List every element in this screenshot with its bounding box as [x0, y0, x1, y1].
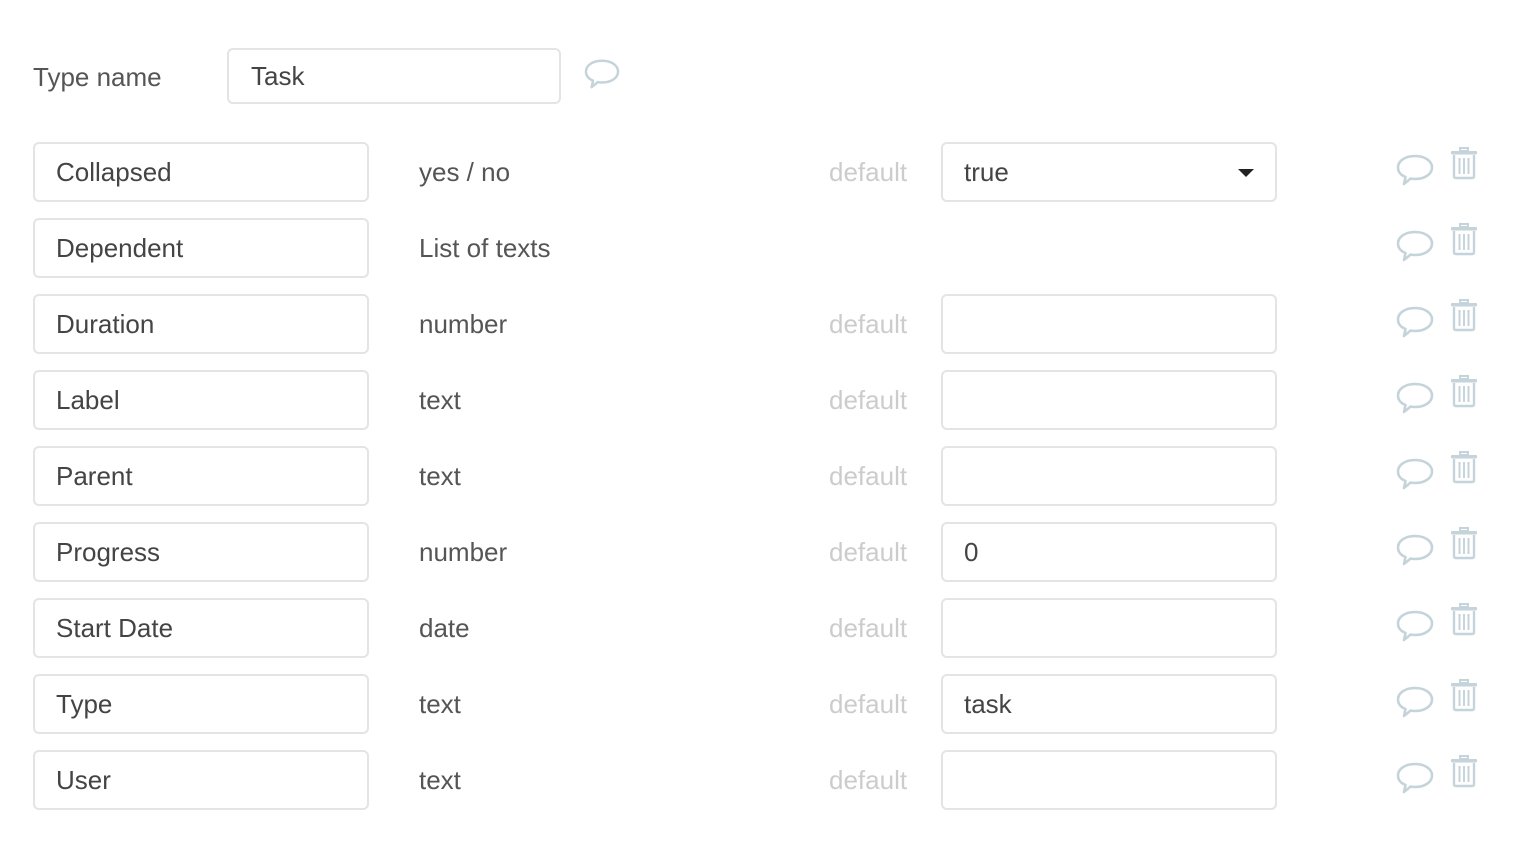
fields-list: yes / no default true List of texts — [33, 142, 1493, 826]
row-actions — [1395, 602, 1479, 644]
comment-icon[interactable] — [1395, 152, 1435, 188]
row-actions — [1395, 450, 1479, 492]
field-row-user: text default — [33, 750, 1493, 810]
row-actions — [1395, 146, 1479, 188]
trash-icon[interactable] — [1449, 450, 1479, 484]
row-actions — [1395, 298, 1479, 340]
field-name-input[interactable] — [33, 750, 369, 810]
field-type-label: text — [419, 765, 461, 795]
default-label: default — [829, 689, 908, 719]
field-name-input[interactable] — [33, 294, 369, 354]
default-label: default — [829, 613, 908, 643]
field-name-input[interactable] — [33, 522, 369, 582]
field-name-input[interactable] — [33, 674, 369, 734]
caret-down-icon — [1238, 169, 1254, 177]
comment-icon[interactable] — [1395, 228, 1435, 264]
trash-icon[interactable] — [1449, 526, 1479, 560]
comment-icon[interactable] — [583, 57, 621, 91]
type-name-row: Type name — [33, 47, 621, 105]
type-name-label: Type name — [33, 61, 162, 92]
trash-icon[interactable] — [1449, 754, 1479, 788]
field-type-label: text — [419, 689, 461, 719]
default-value-input[interactable] — [941, 674, 1277, 734]
default-value-input[interactable] — [941, 522, 1277, 582]
trash-icon[interactable] — [1449, 678, 1479, 712]
comment-icon[interactable] — [1395, 304, 1435, 340]
default-label: default — [829, 537, 908, 567]
default-label: default — [829, 309, 908, 339]
field-name-input[interactable] — [33, 446, 369, 506]
trash-icon[interactable] — [1449, 602, 1479, 636]
default-label: default — [829, 765, 908, 795]
comment-icon[interactable] — [1395, 380, 1435, 416]
default-value-input[interactable] — [941, 598, 1277, 658]
trash-icon[interactable] — [1449, 222, 1479, 256]
field-type-label: number — [419, 537, 508, 567]
row-actions — [1395, 222, 1479, 264]
row-actions — [1395, 678, 1479, 720]
field-type-label: date — [419, 613, 470, 643]
field-type-label: text — [419, 385, 461, 415]
field-type-label: yes / no — [419, 157, 511, 187]
default-label: default — [829, 461, 908, 491]
row-actions — [1395, 754, 1479, 796]
comment-icon[interactable] — [1395, 532, 1435, 568]
comment-icon[interactable] — [1395, 608, 1435, 644]
comment-icon[interactable] — [1395, 760, 1435, 796]
default-value-input[interactable] — [941, 370, 1277, 430]
field-row-duration: number default — [33, 294, 1493, 354]
field-row-parent: text default — [33, 446, 1493, 506]
field-row-label: text default — [33, 370, 1493, 430]
default-select[interactable]: true — [941, 142, 1277, 202]
default-value-input[interactable] — [941, 294, 1277, 354]
field-name-input[interactable] — [33, 218, 369, 278]
default-label: default — [829, 157, 908, 187]
default-select-value: true — [964, 156, 1009, 187]
field-row-start-date: date default — [33, 598, 1493, 658]
field-row-type: text default — [33, 674, 1493, 734]
field-name-input[interactable] — [33, 598, 369, 658]
field-row-dependent: List of texts — [33, 218, 1493, 278]
row-actions — [1395, 526, 1479, 568]
field-type-label: number — [419, 309, 508, 339]
field-row-progress: number default — [33, 522, 1493, 582]
field-row-collapsed: yes / no default true — [33, 142, 1493, 202]
comment-icon[interactable] — [1395, 684, 1435, 720]
trash-icon[interactable] — [1449, 374, 1479, 408]
field-name-input[interactable] — [33, 142, 369, 202]
default-value-input[interactable] — [941, 750, 1277, 810]
row-actions — [1395, 374, 1479, 416]
field-name-input[interactable] — [33, 370, 369, 430]
field-type-label: text — [419, 461, 461, 491]
default-value-input[interactable] — [941, 446, 1277, 506]
field-type-label: List of texts — [419, 233, 551, 263]
trash-icon[interactable] — [1449, 298, 1479, 332]
default-label: default — [829, 385, 908, 415]
comment-icon[interactable] — [1395, 456, 1435, 492]
trash-icon[interactable] — [1449, 146, 1479, 180]
type-name-input[interactable] — [227, 48, 561, 104]
